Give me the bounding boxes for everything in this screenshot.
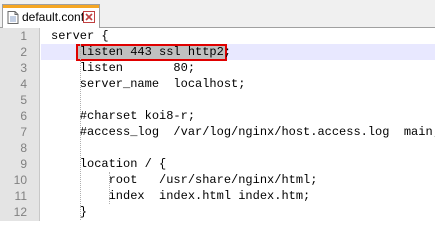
code-line[interactable]: server_name localhost; <box>51 76 435 92</box>
tab-default-conf[interactable]: default.conf <box>2 4 100 28</box>
line-number: 4 <box>20 77 27 91</box>
indent-guide <box>80 44 81 220</box>
indent-guide <box>109 172 110 204</box>
file-icon <box>7 11 19 24</box>
line-number: 12 <box>13 205 27 219</box>
line-number: 10 <box>13 173 27 187</box>
line-number: 5 <box>20 93 27 107</box>
code-line[interactable] <box>51 140 435 156</box>
code-line[interactable]: #access_log /var/log/nginx/host.access.l… <box>51 124 435 140</box>
line-number: 2 <box>20 45 27 59</box>
line-number: 6 <box>20 109 27 123</box>
tab-label: default.conf <box>22 10 85 24</box>
code-editor[interactable]: 1 2 3 4 5 6 7 8 9 10 11 12 server { listen 443 ssl … <box>0 28 435 221</box>
line-number: 8 <box>20 141 27 155</box>
line-number-gutter: 1 2 3 4 5 6 7 8 9 10 11 12 <box>0 28 40 221</box>
line-number: 7 <box>20 125 27 139</box>
code-line[interactable]: location / { <box>51 156 435 172</box>
close-icon[interactable] <box>83 11 95 23</box>
line-number: 3 <box>20 61 27 75</box>
code-line[interactable] <box>51 92 435 108</box>
code-line[interactable]: listen 443 ssl http2; <box>51 44 435 60</box>
code-line[interactable]: server { <box>51 28 435 44</box>
code-line[interactable]: listen 80; <box>51 60 435 76</box>
tab-bar: default.conf <box>0 0 435 28</box>
code-line[interactable]: #charset koi8-r; <box>51 108 435 124</box>
line-number: 11 <box>14 189 27 203</box>
line-number: 1 <box>20 29 27 43</box>
line-number: 9 <box>20 157 27 171</box>
code-line[interactable]: } <box>51 204 435 220</box>
editor-window: default.conf 1 2 3 4 5 6 7 8 9 10 11 12 server { li… <box>0 0 435 221</box>
tab-active-accent <box>3 5 99 8</box>
